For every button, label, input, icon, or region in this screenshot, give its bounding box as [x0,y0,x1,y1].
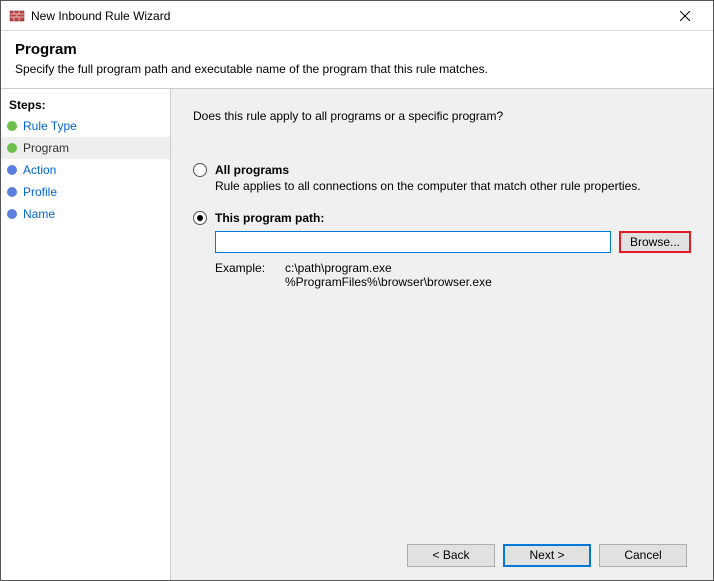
next-button[interactable]: Next > [503,544,591,567]
page-title: Program [15,41,699,58]
radio-row-path[interactable]: This program path: [193,211,691,225]
bullet-icon [7,209,17,219]
browse-button[interactable]: Browse... [619,231,691,253]
close-button[interactable] [665,2,705,30]
step-label: Program [23,141,69,155]
cancel-label: Cancel [624,548,661,562]
browse-label: Browse... [630,235,680,249]
wizard-header: Program Specify the full program path an… [1,31,713,89]
example-text: c:\path\program.exe %ProgramFiles%\brows… [285,261,492,289]
titlebar: New Inbound Rule Wizard [1,1,713,31]
program-path-input[interactable] [215,231,611,253]
firewall-icon [9,8,25,24]
close-icon [680,11,690,21]
window-title: New Inbound Rule Wizard [31,9,665,23]
cancel-button[interactable]: Cancel [599,544,687,567]
wizard-body: Steps: Rule Type Program Action Profile … [1,89,713,580]
wizard-footer: < Back Next > Cancel [193,530,691,580]
main-panel: Does this rule apply to all programs or … [171,89,713,580]
back-button[interactable]: < Back [407,544,495,567]
example-label: Example: [215,261,285,289]
next-label: Next > [529,548,564,562]
bullet-icon [7,121,17,131]
program-path-row: Browse... [215,231,691,253]
option-path-label: This program path: [215,211,324,225]
step-profile[interactable]: Profile [1,181,170,203]
steps-sidebar: Steps: Rule Type Program Action Profile … [1,89,171,580]
question-text: Does this rule apply to all programs or … [193,109,691,123]
bullet-icon [7,165,17,175]
step-rule-type[interactable]: Rule Type [1,115,170,137]
page-subtitle: Specify the full program path and execut… [15,62,699,76]
step-label: Profile [23,185,57,199]
option-all-programs: All programs Rule applies to all connect… [193,163,691,193]
bullet-icon [7,143,17,153]
step-label: Action [23,163,56,177]
radio-program-path[interactable] [193,211,207,225]
steps-heading: Steps: [1,95,170,115]
radio-row-all[interactable]: All programs [193,163,691,177]
option-all-label: All programs [215,163,289,177]
bullet-icon [7,187,17,197]
option-program-path: This program path: Browse... Example: c:… [193,211,691,289]
back-label: < Back [432,548,469,562]
step-label: Name [23,207,55,221]
option-all-desc: Rule applies to all connections on the c… [215,179,691,193]
example-row: Example: c:\path\program.exe %ProgramFil… [215,261,691,289]
step-program[interactable]: Program [1,137,170,159]
radio-all-programs[interactable] [193,163,207,177]
step-name[interactable]: Name [1,203,170,225]
step-action[interactable]: Action [1,159,170,181]
wizard-window: New Inbound Rule Wizard Program Specify … [0,0,714,581]
step-label: Rule Type [23,119,77,133]
